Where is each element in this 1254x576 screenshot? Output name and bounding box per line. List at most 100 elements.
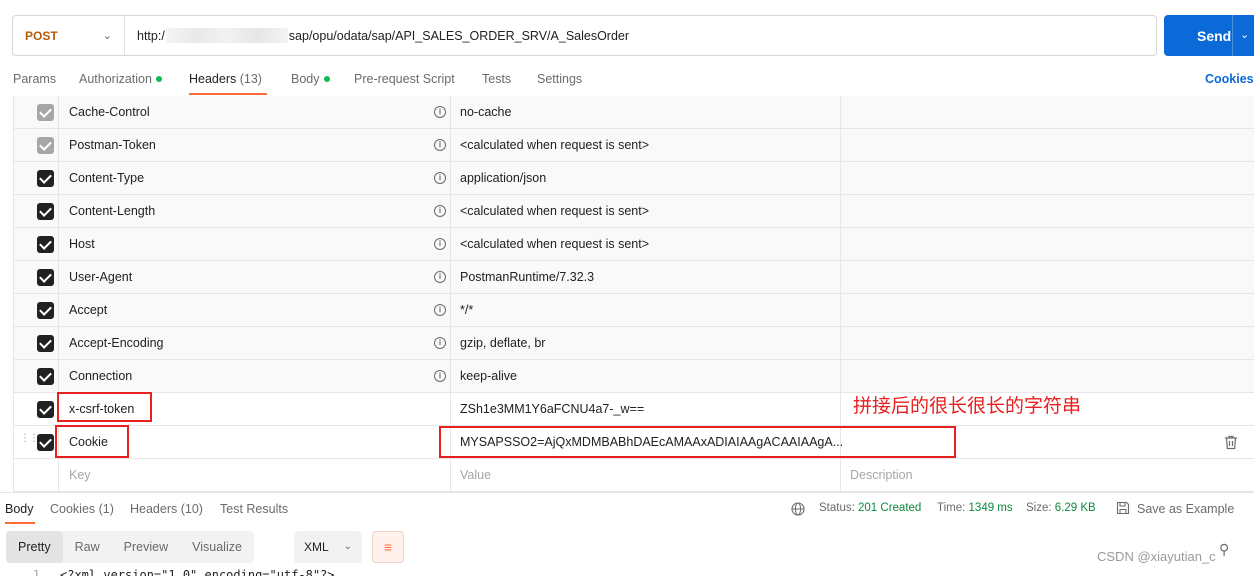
header-value: gzip, deflate, br [460,336,546,350]
header-key: User-Agent [69,270,133,284]
header-key: Postman-Token [69,138,156,152]
tab-params[interactable]: Params [13,72,56,86]
wrap-lines-icon[interactable]: ≡ [372,531,404,563]
info-icon[interactable]: i [434,238,446,250]
redacted-host [165,28,288,43]
send-button[interactable]: Send ⌄ [1164,15,1254,56]
watermark: CSDN @xiayutian_c [1097,549,1216,564]
info-icon[interactable]: i [434,106,446,118]
tab-body[interactable]: Body [291,72,330,86]
info-icon[interactable]: i [434,271,446,283]
header-key: Connection [69,369,133,383]
response-time: Time: 1349 ms [937,502,1013,514]
header-value[interactable]: ZSh1e3MM1Y6aFCNU4a7-_w== [460,402,644,416]
tab-response-headers[interactable]: Headers (10) [130,502,203,516]
response-size: Size: 6.29 KB [1026,502,1096,514]
tab-count: (13) [239,72,262,86]
row-checkbox[interactable] [37,203,54,220]
info-icon[interactable]: i [434,205,446,217]
url-prefix: http:/ [137,28,165,43]
new-key-input[interactable]: Key [69,468,91,482]
url-bar: POST ⌄ http:/ sap/opu/odata/sap/API_SALE… [12,15,1157,56]
response-tabs: Body Cookies (1) Headers (10) Test Resul… [0,492,1254,524]
table-row: Content-Length i <calculated when reques… [14,195,1254,228]
method-label: POST [25,28,58,43]
new-value-input[interactable]: Value [460,468,491,482]
code-line: 1 <?xml version="1.0" encoding="utf-8"?> [0,568,400,576]
header-key: Content-Length [69,204,156,218]
row-checkbox[interactable] [37,434,54,451]
highlight-box-x-csrf-token [57,392,152,422]
highlight-box-cookie-key [55,425,129,458]
url-path: sap/opu/odata/sap/API_SALES_ORDER_SRV/A_… [288,28,630,43]
row-checkbox[interactable] [37,170,54,187]
tab-test-results[interactable]: Test Results [220,502,288,516]
row-checkbox[interactable] [37,269,54,286]
send-divider [1232,15,1233,56]
view-preview-button[interactable]: Preview [112,531,180,563]
tab-pre-request-script[interactable]: Pre-request Script [354,72,455,86]
format-value: XML [304,540,329,554]
trash-icon[interactable] [1224,435,1238,450]
status-value: 201 Created [858,502,922,514]
table-row: Cache-Control i no-cache [14,96,1254,129]
request-tabs: Params Authorization Headers (13) Body P… [0,66,1254,96]
info-icon[interactable]: i [434,370,446,382]
format-select[interactable]: XML ⌄ [294,531,362,563]
active-tab-indicator [5,522,35,524]
tab-settings[interactable]: Settings [537,72,582,86]
save-icon[interactable] [1116,501,1130,515]
line-number: 1 [32,568,40,576]
drag-handle-icon[interactable]: ⋮⋮ [20,434,39,448]
tab-headers[interactable]: Headers (13) [189,72,262,86]
url-input[interactable]: http:/ sap/opu/odata/sap/API_SALES_ORDER… [125,16,1156,55]
info-icon[interactable]: i [434,304,446,316]
tab-tests[interactable]: Tests [482,72,511,86]
row-checkbox[interactable] [37,104,54,121]
info-icon[interactable]: i [434,139,446,151]
tab-authorization[interactable]: Authorization [79,72,162,86]
method-select[interactable]: POST ⌄ [13,16,125,55]
header-key: Cache-Control [69,105,150,119]
tab-response-cookies[interactable]: Cookies (1) [50,502,114,516]
status-dot-icon [155,76,162,82]
view-pretty-button[interactable]: Pretty [6,531,63,563]
view-raw-button[interactable]: Raw [63,531,112,563]
table-row: User-Agent i PostmanRuntime/7.32.3 [14,261,1254,294]
chevron-down-icon: ⌄ [102,30,112,42]
tab-label: Body [291,72,320,86]
status-dot-icon [323,76,330,82]
header-key: Content-Type [69,171,145,185]
send-label: Send [1197,27,1232,44]
row-checkbox[interactable] [37,401,54,418]
header-key: Accept [69,303,108,317]
cookies-link[interactable]: Cookies [1205,72,1254,86]
active-tab-indicator [189,93,267,95]
header-key: Accept-Encoding [69,336,164,350]
time-value: 1349 ms [968,502,1013,514]
table-row: Accept-Encoding i gzip, deflate, br [14,327,1254,360]
tab-label: Headers [189,72,237,86]
row-checkbox[interactable] [37,335,54,352]
row-checkbox[interactable] [37,302,54,319]
info-icon[interactable]: i [434,337,446,349]
chevron-down-icon: ⌄ [343,541,352,552]
save-as-example-button[interactable]: Save as Example [1137,502,1234,516]
row-checkbox[interactable] [37,236,54,253]
tab-response-body[interactable]: Body [5,502,34,516]
search-icon[interactable]: ⚲ [1219,541,1229,558]
globe-icon[interactable] [791,502,805,516]
row-checkbox[interactable] [37,137,54,154]
chevron-down-icon[interactable]: ⌄ [1240,28,1249,41]
row-checkbox[interactable] [37,368,54,385]
info-icon[interactable]: i [434,172,446,184]
annotation-text: 拼接后的很长很长的字符串 [853,395,1082,417]
new-description-input[interactable]: Description [850,468,913,482]
size-value: 6.29 KB [1054,502,1096,514]
header-value: keep-alive [460,369,517,383]
table-row: Connection i keep-alive [14,360,1254,393]
view-visualize-button[interactable]: Visualize [180,531,254,563]
table-row-new: Key Value Description [14,459,1254,492]
tab-label: Authorization [79,72,152,86]
header-value: <calculated when request is sent> [460,204,650,218]
